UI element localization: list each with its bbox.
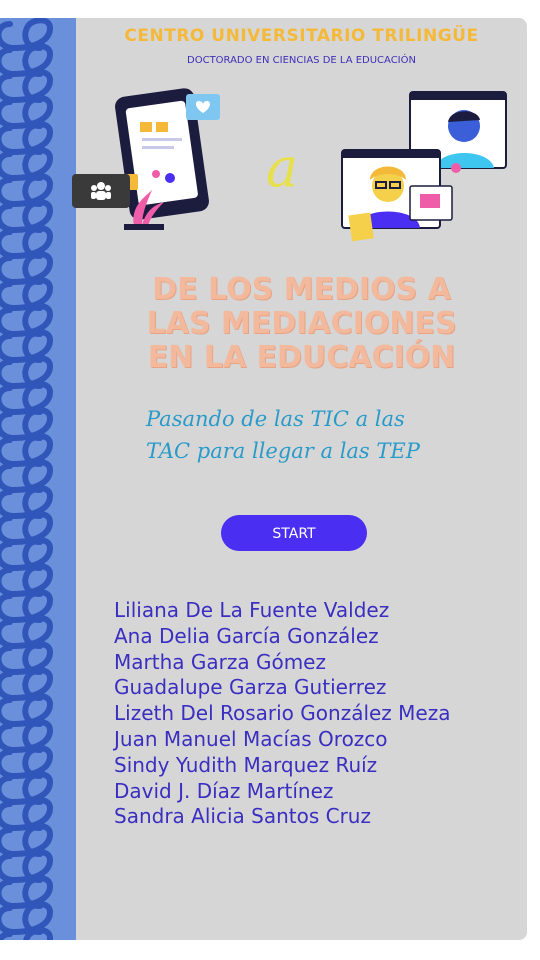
title-line-3: EN LA EDUCACIÓN bbox=[147, 340, 456, 375]
author-name: Lizeth Del Rosario González Meza bbox=[114, 701, 451, 726]
subtitle-line-2: TAC para llegar a las TEP bbox=[146, 439, 420, 463]
spiral-binding-icon bbox=[0, 18, 54, 940]
notebook-spine bbox=[0, 18, 76, 940]
author-name: Guadalupe Garza Gutierrez bbox=[114, 675, 387, 700]
connector-letter: a bbox=[266, 136, 299, 199]
start-button[interactable]: START bbox=[221, 515, 367, 551]
author-name: Martha Garza Gómez bbox=[114, 649, 326, 674]
people-icon[interactable] bbox=[72, 174, 130, 208]
program-name: DOCTORADO EN CIENCIAS DE LA EDUCACIÓN bbox=[187, 55, 416, 66]
author-name: Ana Delia García González bbox=[114, 623, 379, 648]
presentation-slide: CENTRO UNIVERSITARIO TRILINGÜE DOCTORADO… bbox=[0, 18, 527, 940]
subtitle-line-1: Pasando de las TIC a las bbox=[146, 407, 405, 431]
author-name: Sindy Yudith Marquez Ruíz bbox=[114, 752, 378, 777]
author-list: Liliana De La Fuente Valdez Ana Delia Ga… bbox=[114, 598, 450, 830]
institution-name: CENTRO UNIVERSITARIO TRILINGÜE bbox=[124, 26, 479, 46]
author-name: Sandra Alicia Santos Cruz bbox=[114, 804, 371, 829]
title-line-2: LAS MEDIACIONES bbox=[146, 306, 457, 341]
presentation-title: DE LOS MEDIOS A LAS MEDIACIONES EN LA ED… bbox=[76, 273, 527, 375]
tablet-illustration-icon bbox=[115, 88, 220, 230]
author-name: Liliana De La Fuente Valdez bbox=[114, 598, 390, 622]
presentation-subtitle: Pasando de las TIC a las TAC para llegar… bbox=[146, 403, 476, 467]
title-line-1: DE LOS MEDIOS A bbox=[152, 272, 451, 307]
author-name: David J. Díaz Martínez bbox=[114, 778, 334, 803]
video-call-illustration-icon bbox=[341, 91, 507, 242]
author-name: Juan Manuel Macías Orozco bbox=[114, 726, 388, 751]
